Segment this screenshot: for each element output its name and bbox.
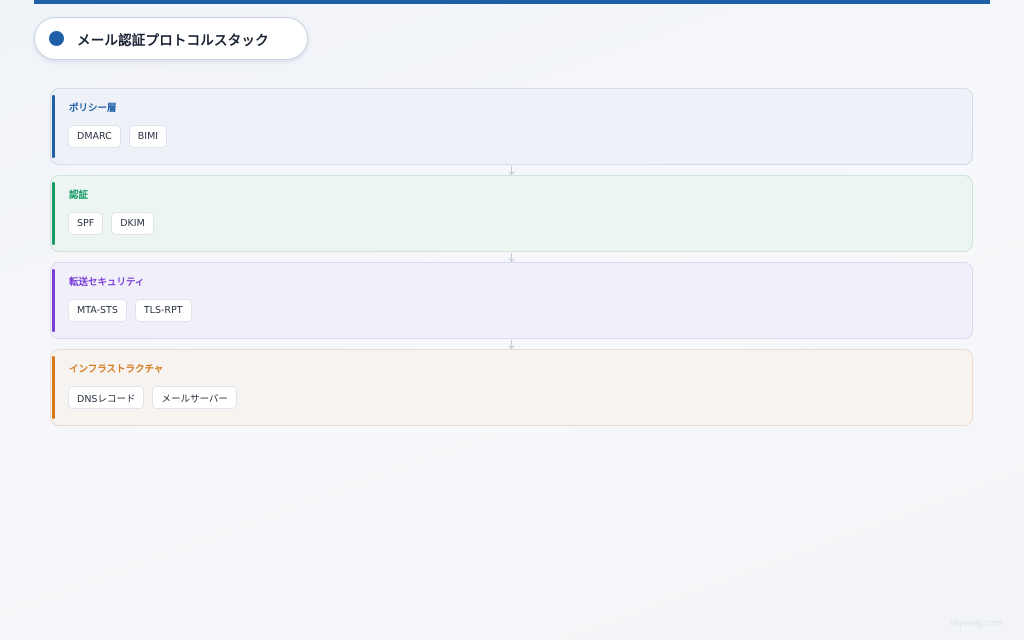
down-arrow-icon [508,166,515,176]
layer-chip-list: MTA-STS TLS-RPT [68,299,192,322]
layer-chip-list: DNSレコード メールサーバー [68,386,237,409]
down-arrow-icon [508,340,515,350]
layer-accent-bar [52,269,55,332]
protocol-chip-dkim: DKIM [111,212,154,235]
layer-title: 転送セキュリティ [69,277,145,288]
layer-accent-bar [52,95,55,158]
title-dot-icon [49,31,64,46]
protocol-chip-mta-sts: MTA-STS [68,299,127,322]
layer-authentication: 認証 SPF DKIM [50,175,973,252]
protocol-chip-dmarc: DMARC [68,125,121,148]
layer-infrastructure: インフラストラクチャ DNSレコード メールサーバー [50,349,973,426]
layer-title: ポリシー層 [69,103,117,114]
protocol-chip-tls-rpt: TLS-RPT [134,299,192,322]
layer-accent-bar [52,356,55,419]
layer-transport-security: 転送セキュリティ MTA-STS TLS-RPT [50,262,973,339]
page-title-pill: メール認証プロトコルスタック [34,17,308,60]
down-arrow-icon [508,253,515,263]
layer-title: 認証 [69,190,89,201]
watermark: skyvsag.com [949,618,1002,628]
layer-title: インフラストラクチャ [69,364,164,375]
protocol-chip-bimi: BIMI [128,125,168,148]
layer-accent-bar [52,182,55,245]
page-title: メール認証プロトコルスタック [77,32,269,49]
top-accent-bar [34,0,990,4]
protocol-stack: ポリシー層 DMARC BIMI 認証 SPF DKIM 転送セキュリティ MT… [50,88,973,436]
layer-policy: ポリシー層 DMARC BIMI [50,88,973,165]
protocol-chip-mail-server: メールサーバー [152,386,237,409]
layer-chip-list: SPF DKIM [68,212,154,235]
protocol-chip-spf: SPF [68,212,104,235]
layer-chip-list: DMARC BIMI [68,125,168,148]
protocol-chip-dns-records: DNSレコード [68,386,145,409]
